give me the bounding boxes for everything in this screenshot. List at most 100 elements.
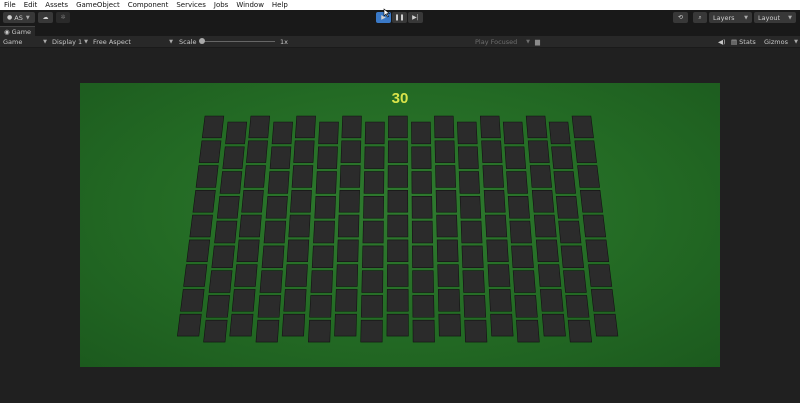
tile[interactable] (294, 115, 316, 139)
tile[interactable] (360, 295, 383, 318)
tile[interactable] (435, 190, 457, 213)
menu-component[interactable]: Component (124, 0, 173, 10)
tile[interactable] (259, 270, 283, 293)
menu-jobs[interactable]: Jobs (210, 0, 232, 10)
stats-toggle[interactable]: ▤ Stats (731, 36, 756, 47)
pause-button[interactable]: ❚❚ (392, 12, 407, 23)
game-canvas[interactable] (80, 83, 720, 367)
menu-gameobject[interactable]: GameObject (72, 0, 124, 10)
tile[interactable] (487, 264, 511, 287)
tile[interactable] (229, 313, 254, 337)
tile[interactable] (411, 171, 432, 194)
tile[interactable] (236, 239, 260, 262)
menu-services[interactable]: Services (172, 0, 210, 10)
tile[interactable] (488, 289, 512, 312)
tile[interactable] (362, 245, 384, 268)
tile[interactable] (361, 270, 384, 293)
tile[interactable] (267, 171, 290, 194)
tile[interactable] (438, 313, 462, 337)
tile[interactable] (203, 319, 228, 343)
tile[interactable] (436, 214, 458, 238)
tile[interactable] (459, 196, 482, 219)
tile[interactable] (460, 220, 483, 244)
tile[interactable] (241, 190, 264, 213)
tile[interactable] (214, 220, 238, 244)
tile[interactable] (283, 289, 307, 312)
tile[interactable] (286, 239, 310, 262)
scale-slider-handle[interactable] (199, 38, 205, 44)
tile[interactable] (225, 121, 248, 145)
tile[interactable] (263, 220, 287, 244)
tile[interactable] (585, 239, 610, 262)
tile[interactable] (334, 313, 357, 337)
tile[interactable] (315, 171, 337, 194)
tile[interactable] (386, 264, 409, 287)
tile[interactable] (462, 270, 485, 293)
tile[interactable] (341, 115, 362, 139)
tile[interactable] (313, 220, 335, 244)
tile[interactable] (458, 171, 480, 194)
tile[interactable] (563, 270, 587, 293)
tile[interactable] (571, 115, 594, 139)
tile[interactable] (490, 313, 514, 337)
tile[interactable] (216, 196, 240, 219)
tile[interactable] (553, 171, 576, 194)
tile[interactable] (507, 196, 530, 219)
tile[interactable] (435, 165, 456, 188)
tile[interactable] (291, 165, 314, 188)
tile[interactable] (386, 313, 409, 337)
tile[interactable] (186, 239, 211, 262)
tile[interactable] (309, 295, 332, 318)
tile[interactable] (360, 319, 383, 343)
tile[interactable] (539, 289, 564, 312)
tile[interactable] (548, 121, 571, 145)
tile[interactable] (529, 165, 552, 188)
tile[interactable] (336, 264, 359, 287)
tile[interactable] (537, 264, 562, 287)
tile[interactable] (514, 295, 538, 318)
tile[interactable] (457, 121, 478, 145)
tile[interactable] (387, 239, 409, 262)
tile[interactable] (481, 140, 503, 163)
menu-edit[interactable]: Edit (20, 0, 42, 10)
tile[interactable] (567, 319, 593, 343)
tile[interactable] (183, 264, 208, 287)
tile[interactable] (412, 270, 434, 293)
tile[interactable] (486, 239, 509, 262)
tile[interactable] (577, 165, 600, 188)
tile[interactable] (531, 190, 555, 213)
tile[interactable] (461, 245, 484, 268)
tile[interactable] (363, 196, 384, 219)
tile[interactable] (271, 121, 293, 145)
tile[interactable] (336, 239, 359, 262)
tile[interactable] (411, 146, 432, 169)
search-button[interactable]: ⌕ (693, 12, 707, 23)
tile[interactable] (201, 115, 225, 139)
tile[interactable] (318, 121, 339, 145)
tile[interactable] (582, 214, 607, 238)
tile[interactable] (340, 140, 362, 163)
tile[interactable] (502, 121, 525, 145)
tile[interactable] (388, 115, 408, 139)
tile[interactable] (265, 196, 288, 219)
tab-game[interactable]: ◉ Game (0, 26, 36, 36)
layout-dropdown[interactable]: Layout ▼ (754, 12, 796, 23)
tile[interactable] (335, 289, 358, 312)
tile[interactable] (177, 313, 202, 337)
tile[interactable] (261, 245, 285, 268)
tile[interactable] (308, 319, 331, 343)
step-button[interactable]: ▶| (408, 12, 423, 23)
tile[interactable] (411, 220, 433, 244)
tile[interactable] (506, 171, 528, 194)
tile[interactable] (255, 319, 280, 343)
audio-toggle[interactable]: ◀) (718, 36, 726, 47)
tile[interactable] (387, 140, 408, 163)
tile[interactable] (463, 295, 487, 318)
menu-help[interactable]: Help (268, 0, 292, 10)
aspect-dropdown[interactable]: Free Aspect ▼ (93, 36, 173, 47)
tile[interactable] (412, 295, 435, 318)
tile[interactable] (386, 289, 409, 312)
tile[interactable] (338, 190, 360, 213)
cloud-button[interactable]: ☁ (38, 12, 53, 23)
tile[interactable] (205, 295, 230, 318)
